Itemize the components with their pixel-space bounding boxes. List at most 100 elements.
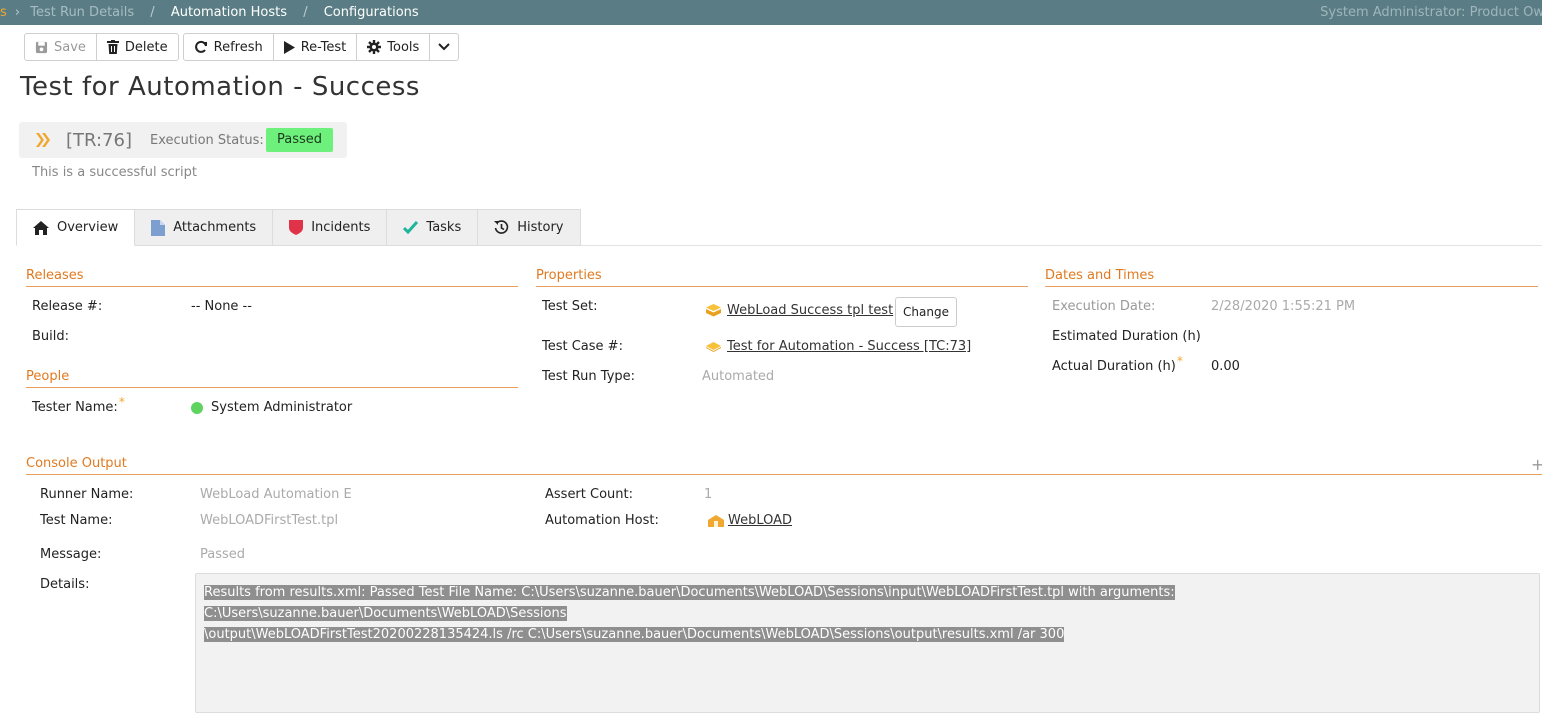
message-label: Message: [40, 547, 102, 562]
tools-button-label: Tools [387, 39, 420, 55]
test-run-header: [TR:76] Execution Status: Passed [19, 122, 347, 158]
details-line-1: Results from results.xml: Passed Test Fi… [204, 585, 1175, 621]
tester-name-value[interactable]: System Administrator [191, 400, 352, 415]
tab-incidents[interactable]: Incidents [273, 209, 388, 246]
save-button-label: Save [54, 39, 86, 55]
breadcrumb-configurations[interactable]: Configurations [324, 5, 419, 20]
build-label: Build: [32, 329, 70, 344]
tester-name-text: System Administrator [211, 400, 353, 415]
delete-button[interactable]: Delete [97, 34, 178, 60]
retest-button[interactable]: Re-Test [274, 34, 358, 60]
required-indicator: * [1176, 354, 1183, 368]
refresh-button-label: Refresh [213, 39, 263, 55]
dates-times-heading: Dates and Times [1045, 268, 1538, 287]
automation-host-value: WebLOAD [708, 513, 792, 528]
trash-icon [106, 40, 119, 54]
test-set-link[interactable]: WebLoad Success tpl test [727, 303, 893, 318]
test-run-type-value: Automated [702, 369, 775, 384]
runner-name-label: Runner Name: [40, 487, 134, 502]
chevron-down-icon [438, 43, 451, 51]
refresh-icon [194, 40, 207, 53]
automation-host-label: Automation Host: [545, 513, 659, 528]
test-set-value: WebLoad Success tpl test [706, 303, 893, 318]
automation-host-icon [708, 514, 724, 527]
actual-duration-value[interactable]: 0.00 [1211, 359, 1240, 374]
properties-heading: Properties [536, 268, 1028, 287]
page-title: Test for Automation - Success [20, 72, 420, 102]
people-heading: People [26, 369, 518, 388]
tools-button[interactable]: Tools [357, 34, 431, 60]
document-icon [151, 219, 166, 236]
history-icon [494, 220, 509, 234]
test-set-icon [706, 303, 721, 316]
breadcrumb-automation-hosts[interactable]: Automation Hosts [171, 5, 287, 20]
home-icon [33, 220, 49, 235]
change-test-set-button[interactable]: Change [895, 297, 957, 327]
online-status-icon [191, 401, 203, 414]
tester-name-label: Tester Name:* [32, 395, 125, 415]
test-case-label: Test Case #: [542, 339, 623, 354]
tab-overview-label: Overview [57, 220, 119, 235]
gear-icon [367, 40, 382, 54]
floppy-icon [35, 41, 48, 53]
breadcrumb-separator: / [303, 5, 308, 20]
checkmark-icon [403, 221, 419, 234]
tab-tasks-label: Tasks [426, 220, 462, 235]
tab-attachments-label: Attachments [173, 220, 257, 235]
estimated-duration-label: Estimated Duration (h) [1052, 329, 1201, 344]
required-indicator: * [118, 395, 125, 409]
test-set-label: Test Set: [542, 299, 598, 314]
console-output-heading: Console Output [26, 456, 1542, 475]
details-label: Details: [40, 577, 90, 592]
tester-name-label-text: Tester Name: [32, 400, 118, 415]
breadcrumb-fragment[interactable]: s [0, 5, 7, 20]
automation-host-link[interactable]: WebLOAD [728, 513, 792, 528]
release-value[interactable]: -- None -- [191, 299, 252, 314]
play-icon [283, 40, 295, 54]
save-button[interactable]: Save [25, 34, 97, 60]
tab-history[interactable]: History [478, 209, 581, 246]
toolbar-group-actions: Refresh Re-Test Tools [182, 33, 460, 61]
test-run-id: [TR:76] [66, 130, 132, 151]
runner-name-value: WebLoad Automation E [200, 487, 352, 502]
retest-button-label: Re-Test [300, 39, 347, 55]
more-dropdown-button[interactable] [430, 34, 458, 60]
actual-duration-label: Actual Duration (h)* [1052, 354, 1183, 374]
status-badge: Passed [266, 128, 334, 152]
test-case-icon [706, 341, 721, 352]
tab-tasks[interactable]: Tasks [387, 209, 479, 246]
actual-duration-label-text: Actual Duration (h) [1052, 359, 1176, 374]
breadcrumb-test-run-details[interactable]: Test Run Details [30, 5, 134, 20]
expand-plus-icon[interactable]: + [1531, 455, 1542, 474]
user-menu[interactable]: System Administrator: Product Ow [1320, 5, 1542, 20]
execution-date-value: 2/28/2020 1:55:21 PM [1211, 299, 1356, 314]
release-label: Release #: [32, 299, 103, 314]
tab-attachments[interactable]: Attachments [135, 209, 274, 246]
refresh-button[interactable]: Refresh [184, 34, 274, 60]
releases-heading: Releases [26, 268, 518, 287]
breadcrumb: s › Test Run Details / Automation Hosts … [0, 5, 419, 20]
breadcrumb-chevron-icon: › [14, 5, 21, 20]
tab-overview[interactable]: Overview [16, 209, 136, 246]
delete-button-label: Delete [124, 39, 168, 55]
message-value: Passed [200, 547, 246, 562]
test-case-value: Test for Automation - Success [TC:73] [706, 339, 971, 354]
tab-history-label: History [517, 220, 564, 235]
test-run-type-label: Test Run Type: [542, 369, 636, 384]
execution-date-label: Execution Date: [1052, 299, 1156, 314]
test-run-description: This is a successful script [32, 165, 197, 180]
execution-status-label: Execution Status: [150, 133, 264, 148]
test-run-icon [36, 133, 50, 147]
details-output-box[interactable]: Results from results.xml: Passed Test Fi… [195, 573, 1540, 713]
assert-count-label: Assert Count: [545, 487, 633, 502]
test-name-value: WebLOADFirstTest.tpl [200, 513, 339, 528]
top-navigation-bar: s › Test Run Details / Automation Hosts … [0, 0, 1542, 25]
tab-incidents-label: Incidents [311, 220, 371, 235]
details-line-2: \output\WebLOADFirstTest20200228135424.l… [204, 627, 1065, 642]
test-case-link[interactable]: Test for Automation - Success [TC:73] [727, 339, 971, 354]
toolbar-group-edit: Save Delete [24, 33, 179, 61]
test-name-label: Test Name: [40, 513, 113, 528]
tab-bar: Overview Attachments Incidents Tasks His… [16, 209, 581, 246]
shield-icon [289, 220, 304, 235]
breadcrumb-separator: / [150, 5, 155, 20]
